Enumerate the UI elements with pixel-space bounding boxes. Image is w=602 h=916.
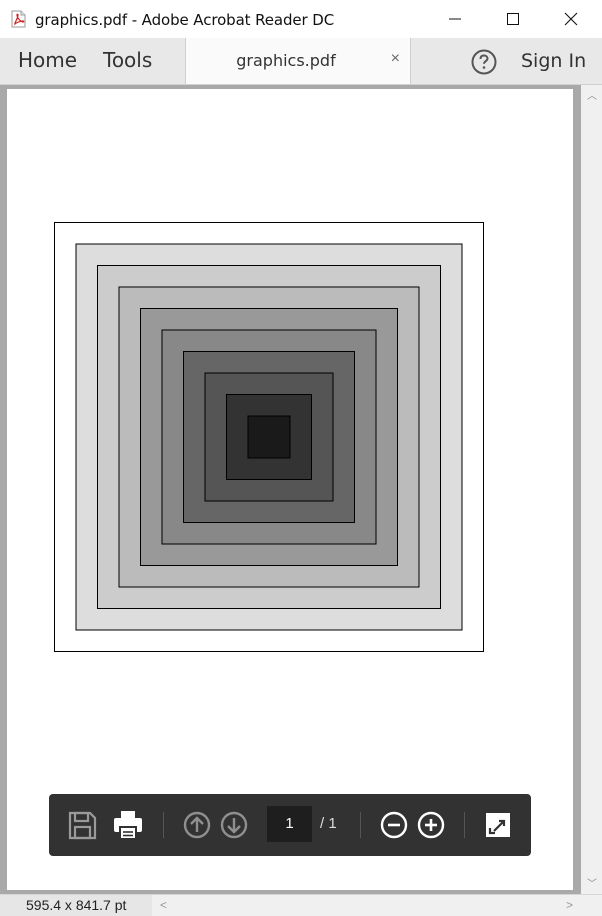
- status-bar: 595.4 x 841.7 pt < >: [0, 894, 602, 916]
- tools-tab[interactable]: Tools: [103, 48, 152, 72]
- pdf-file-icon: [11, 10, 26, 28]
- close-icon: [564, 12, 578, 26]
- document-tab[interactable]: graphics.pdf ×: [185, 38, 411, 84]
- maximize-button[interactable]: [490, 0, 536, 38]
- close-tab-icon[interactable]: ×: [391, 50, 400, 68]
- previous-page-button[interactable]: [179, 807, 215, 843]
- scroll-left-icon[interactable]: <: [160, 898, 167, 912]
- home-tab[interactable]: Home: [18, 48, 77, 72]
- pdf-page: [7, 89, 573, 890]
- save-button[interactable]: [64, 807, 100, 843]
- floating-page-toolbar: 1 / 1: [49, 794, 531, 856]
- document-viewport: ︿ ﹀: [0, 85, 602, 894]
- nested-squares-artwork: [54, 222, 484, 652]
- title-bar: graphics.pdf - Adobe Acrobat Reader DC: [0, 0, 602, 39]
- app-toolbar: Home Tools graphics.pdf × Sign In: [0, 38, 602, 85]
- vertical-scrollbar[interactable]: ︿ ﹀: [581, 85, 602, 894]
- page-total: / 1: [320, 815, 337, 832]
- page-number-input[interactable]: 1: [267, 806, 312, 842]
- next-page-icon: [220, 811, 248, 839]
- minimize-button[interactable]: [432, 0, 478, 38]
- close-window-button[interactable]: [548, 0, 594, 38]
- print-icon: [114, 811, 142, 840]
- print-button[interactable]: [110, 807, 146, 843]
- document-tab-label: graphics.pdf: [236, 51, 336, 70]
- prev-page-icon: [183, 811, 211, 839]
- toolbar-divider: [360, 812, 361, 838]
- window-title: graphics.pdf - Adobe Acrobat Reader DC: [35, 11, 335, 29]
- sign-in-link[interactable]: Sign In: [521, 50, 586, 72]
- page-size-readout: 595.4 x 841.7 pt: [0, 895, 152, 916]
- scroll-right-icon[interactable]: >: [566, 898, 573, 912]
- artwork-square-10: [247, 415, 291, 459]
- save-icon: [68, 811, 97, 840]
- zoom-in-button[interactable]: [413, 807, 449, 843]
- zoom-out-icon: [380, 811, 408, 839]
- zoom-in-icon: [417, 811, 445, 839]
- help-circle-icon[interactable]: [470, 48, 498, 76]
- fit-page-button[interactable]: [480, 807, 516, 843]
- fit-page-icon: [486, 813, 510, 837]
- maximize-icon: [507, 13, 519, 25]
- zoom-out-button[interactable]: [376, 807, 412, 843]
- toolbar-divider: [163, 812, 164, 838]
- next-page-button[interactable]: [216, 807, 252, 843]
- scroll-up-icon[interactable]: ︿: [587, 87, 597, 102]
- minimize-icon: [449, 18, 461, 20]
- toolbar-divider: [464, 812, 465, 838]
- scroll-down-icon[interactable]: ﹀: [587, 875, 597, 890]
